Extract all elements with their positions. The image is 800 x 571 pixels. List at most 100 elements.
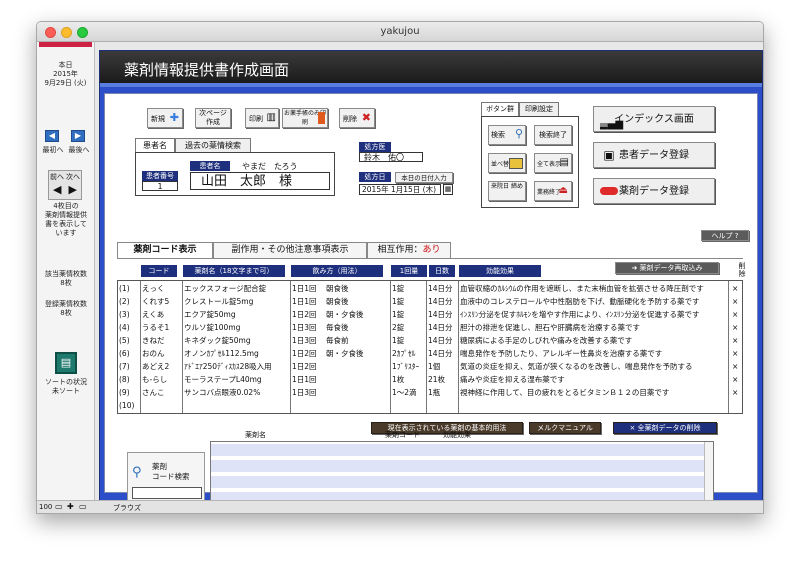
cell-days[interactable]: 14日分 (428, 296, 453, 308)
list-item[interactable] (211, 444, 713, 457)
cell-effect[interactable]: 血管収縮のｶﾙｼｳﾑの作用を遮断し、また末梢血管を拡張させる降圧剤です (460, 283, 726, 295)
delete-button[interactable]: 削除 ✖ (339, 108, 375, 128)
row-delete-icon[interactable]: × (732, 296, 738, 308)
help-button[interactable]: ヘルプ ? (701, 230, 749, 241)
cell-freq[interactable]: 1日1回 (292, 296, 317, 308)
cell-freq[interactable]: 1日2回 (292, 348, 317, 360)
cell-freq[interactable]: 1日3回 (292, 322, 317, 334)
tab-button-group[interactable]: ボタン群 (481, 102, 519, 116)
cell-effect[interactable]: 胆汁の排泄を促進し、胆石や肝臓病を治療する薬です (460, 322, 726, 334)
last-record-button[interactable]: ▶ (71, 130, 85, 142)
show-all-button[interactable]: 全て表示 ▤ (534, 153, 572, 173)
cell-name[interactable]: エックスフォージ配合錠 (184, 283, 288, 295)
tab-patient-name[interactable]: 患者名 (135, 138, 175, 152)
next-page-button[interactable]: 次ページ作成 (195, 108, 231, 128)
visit-close-button[interactable]: 来院日 締め (488, 181, 526, 201)
cell-days[interactable]: 1個 (428, 361, 440, 373)
table-row[interactable]: (6) おのん オノンｶﾌﾟｾﾙ112.5mg 1日2回 朝・夕食後 2ｶﾌﾟｾﾙ 14日分… (118, 348, 742, 360)
cell-effect[interactable]: 糖尿病による手足のしびれや痛みを改善する薬です (460, 335, 726, 347)
table-row[interactable]: (10) (118, 400, 742, 412)
manual-button[interactable]: メルクマニュアル (529, 422, 601, 434)
cell-code[interactable]: えっく (142, 283, 165, 295)
first-record-button[interactable]: ◀ (45, 130, 59, 142)
zoom-level[interactable]: 100 (39, 503, 52, 511)
table-row[interactable]: (7) あどえ2 ｱﾄﾞｴｱ250ﾃﾞｨｽｶｽ28吸入用 1日2回 1ﾌﾞﾘｽﾀｰ 1個 気… (118, 361, 742, 373)
row-delete-icon[interactable]: × (732, 322, 738, 334)
next-arrow-icon[interactable]: ▶ (69, 183, 77, 196)
cell-name[interactable]: クレストール錠5mg (184, 296, 288, 308)
cell-timing[interactable]: 朝食後 (326, 283, 349, 295)
search-end-button[interactable]: 検索終了 (534, 125, 572, 145)
end-work-button[interactable]: 業務終了 ⏏ (534, 181, 572, 201)
cell-freq[interactable]: 1日3回 (292, 387, 317, 399)
prev-next-pad[interactable]: 前へ 次へ ◀ ▶ (48, 170, 82, 200)
row-delete-icon[interactable]: × (732, 283, 738, 295)
zoom-out-icon[interactable]: ▭ (55, 502, 63, 511)
cell-effect[interactable]: 血液中のコレステロールや中性脂肪を下げ、動脈硬化を予防する薬です (460, 296, 726, 308)
tab-side-effects[interactable]: 副作用・その他注意事項表示 (213, 242, 367, 258)
cell-dose[interactable]: 1枚 (392, 374, 404, 386)
prev-arrow-icon[interactable]: ◀ (53, 183, 61, 196)
cell-freq[interactable]: 1日3回 (292, 335, 317, 347)
today-date-button[interactable]: 本日の日付入力 (395, 172, 453, 183)
cell-timing[interactable]: 毎食後 (326, 322, 349, 334)
cell-freq[interactable]: 1日1回 (292, 283, 317, 295)
row-delete-icon[interactable]: × (732, 374, 738, 386)
patient-number-field[interactable]: 1 (142, 181, 178, 191)
reimport-button[interactable]: ➜ 薬剤データ再取込み (615, 262, 719, 274)
cell-freq[interactable]: 1日2回 (292, 361, 317, 373)
table-row[interactable]: (1) えっく エックスフォージ配合錠 1日1回 朝食後 1錠 14日分 血管収縮のｶﾙｼｳﾑ… (118, 283, 742, 295)
tab-interaction[interactable]: 相互作用：あり (367, 242, 451, 258)
cell-effect[interactable]: 痛みや炎症を抑える湿布薬です (460, 374, 726, 386)
row-delete-icon[interactable]: × (732, 387, 738, 399)
cell-dose[interactable]: 1錠 (392, 296, 404, 308)
cell-code[interactable]: あどえ2 (142, 361, 169, 373)
cell-days[interactable]: 14日分 (428, 348, 453, 360)
cell-dose[interactable]: 2錠 (392, 322, 404, 334)
table-row[interactable]: (8) も-らし モーラステープL40mg 1日1回 1枚 21枚 痛みや炎症を抑える湿布薬… (118, 374, 742, 386)
cell-code[interactable]: も-らし (142, 374, 167, 386)
cell-dose[interactable]: 1〜2滴 (392, 387, 417, 399)
cell-days[interactable]: 14日分 (428, 335, 453, 347)
code-search-input[interactable] (132, 487, 202, 499)
list-item[interactable] (211, 460, 713, 473)
patient-name-field[interactable]: 山田 太郎 様 (190, 172, 330, 190)
cell-effect[interactable]: 視神経に作用して、目の疲れをとるビタミンＢ１２の目薬です (460, 387, 726, 399)
cell-timing[interactable]: 朝食後 (326, 296, 349, 308)
cell-name[interactable]: ウルソ錠100mg (184, 322, 288, 334)
cell-dose[interactable]: 2ｶﾌﾟｾﾙ (392, 348, 416, 360)
sort-icon[interactable]: ▤ (55, 352, 77, 374)
sort-button[interactable]: 並べ替え (488, 153, 526, 173)
cell-timing[interactable]: 毎食前 (326, 335, 349, 347)
cell-name[interactable]: キネダック錠50mg (184, 335, 288, 347)
cell-name[interactable]: ｱﾄﾞｴｱ250ﾃﾞｨｽｶｽ28吸入用 (184, 361, 288, 373)
cell-freq[interactable]: 1日2回 (292, 309, 317, 321)
tab-drug-code[interactable]: 薬剤コード表示 (117, 242, 213, 258)
row-delete-icon[interactable]: × (732, 361, 738, 373)
cell-name[interactable]: サンコバ点眼液0.02% (184, 387, 288, 399)
cell-days[interactable]: 14日分 (428, 322, 453, 334)
drug-register-button[interactable]: 薬剤データ登録 (593, 178, 715, 204)
cell-dose[interactable]: 1ﾌﾞﾘｽﾀｰ (392, 361, 419, 373)
search-button[interactable]: 検索 ⚲ (488, 125, 526, 145)
cell-effect[interactable]: 喘息発作を予防したり、アレルギー性鼻炎を治療する薬です (460, 348, 726, 360)
cell-effect[interactable]: ｲﾝｽﾘﾝ分泌を促すﾎﾙﾓﾝを増やす作用により、ｲﾝｽﾘﾝ分泌を促進する薬です (460, 309, 726, 321)
row-delete-icon[interactable]: × (732, 309, 738, 321)
print-button[interactable]: 印刷 ▥ (245, 108, 279, 128)
cell-dose[interactable]: 1錠 (392, 335, 404, 347)
table-row[interactable]: (3) えくあ エクア錠50mg 1日2回 朝・夕食後 1錠 14日分 ｲﾝｽﾘﾝ分泌を促すﾎ… (118, 309, 742, 321)
cell-days[interactable]: 1瓶 (428, 387, 440, 399)
cell-days[interactable]: 14日分 (428, 309, 453, 321)
note-print-button[interactable]: お薬手帳のみ印刷 (282, 108, 328, 128)
tab-print-settings[interactable]: 印刷設定 (519, 102, 559, 116)
table-row[interactable]: (5) きねだ キネダック錠50mg 1日3回 毎食前 1錠 14日分 糖尿病による手足のしび… (118, 335, 742, 347)
patient-register-button[interactable]: ▣ 患者データ登録 (593, 142, 715, 168)
calendar-icon[interactable]: ▦ (443, 184, 453, 195)
cell-code[interactable]: うるそ1 (142, 322, 169, 334)
table-row[interactable]: (9) さんこ サンコバ点眼液0.02% 1日3回 1〜2滴 1瓶 視神経に作用して、目の疲… (118, 387, 742, 399)
delete-all-button[interactable]: × 全薬剤データの削除 (613, 422, 717, 434)
cell-dose[interactable]: 1錠 (392, 283, 404, 295)
cell-code[interactable]: くれす5 (142, 296, 169, 308)
cell-days[interactable]: 21枚 (428, 374, 445, 386)
cell-name[interactable]: モーラステープL40mg (184, 374, 288, 386)
